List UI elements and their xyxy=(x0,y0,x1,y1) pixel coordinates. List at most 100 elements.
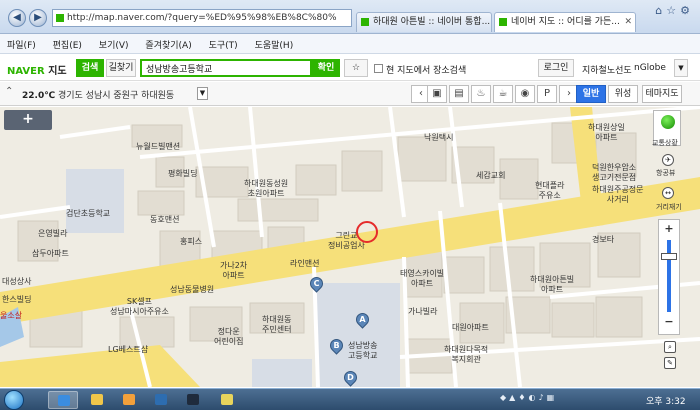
map-label[interactable]: 가나2차 아파트 xyxy=(220,261,247,281)
map-label[interactable]: 낙원택시 xyxy=(424,133,453,143)
cafe-icon[interactable]: ☕ xyxy=(493,85,513,103)
taskbar-app2[interactable] xyxy=(146,391,176,409)
map-label[interactable]: 하대원동성원 초원아파트 xyxy=(244,179,288,199)
star-icon[interactable]: ☆ xyxy=(666,4,680,17)
app-icon xyxy=(155,394,167,405)
wifi-icon[interactable]: ◉ xyxy=(515,85,535,103)
forward-button[interactable]: ▶ xyxy=(29,9,47,27)
subway-icon[interactable]: ▤ xyxy=(449,85,469,103)
nglobe-link[interactable]: nGlobe xyxy=(634,63,666,73)
map-label[interactable]: 하대원동 주민센터 xyxy=(262,315,291,335)
pencil-icon[interactable]: ✎ xyxy=(664,357,676,369)
system-tray[interactable]: ◆▲♦◐♪▦ xyxy=(500,393,557,402)
map-label[interactable]: LG베스트샵 xyxy=(108,345,148,355)
map-label[interactable]: 하대원상일 아파트 xyxy=(588,123,625,143)
taskbar-clock[interactable]: 오후 3:32 xyxy=(646,394,686,407)
tray-icon[interactable]: ▲ xyxy=(509,393,518,402)
tray-icon[interactable]: ◐ xyxy=(528,393,538,402)
expand-map-button[interactable]: + xyxy=(4,110,52,130)
favorite-star-button[interactable]: ☆ xyxy=(344,59,368,77)
restaurant-icon[interactable]: ♨ xyxy=(471,85,491,103)
subway-map-link[interactable]: 지하철노선도 xyxy=(582,63,632,76)
tray-icon[interactable]: ◆ xyxy=(500,393,509,402)
map-label[interactable]: 삼두아파트 xyxy=(32,249,69,259)
tab-naver-map[interactable]: 네이버 지도 :: 어디를 가든... ✕ xyxy=(494,12,636,32)
network-icon[interactable]: ▦ xyxy=(547,393,558,402)
zoom-slider-handle[interactable] xyxy=(661,253,677,260)
start-button[interactable] xyxy=(4,390,24,410)
directions-tab[interactable]: 길찾기 xyxy=(106,59,136,77)
map-label[interactable]: 평화빌딩 xyxy=(168,169,197,179)
map-label[interactable]: 세감교회 xyxy=(476,171,505,181)
zoom-out-button[interactable]: − xyxy=(662,316,676,329)
magnifier-icon[interactable]: ⌕ xyxy=(664,341,676,353)
search-tab[interactable]: 검색 xyxy=(76,59,104,77)
view-normal-button[interactable]: 일반 xyxy=(576,85,606,103)
taskbar-app3[interactable] xyxy=(178,391,208,409)
map-label[interactable]: 울소살 xyxy=(0,311,22,321)
taskbar-app4[interactable] xyxy=(212,391,242,409)
map-label[interactable]: 가나빌라 xyxy=(408,307,437,317)
menu-favorites[interactable]: 즐겨찾기(A) xyxy=(138,34,198,51)
menu-help[interactable]: 도움말(H) xyxy=(248,34,301,51)
menu-view[interactable]: 보기(V) xyxy=(92,34,136,51)
speaker-icon[interactable]: ♪ xyxy=(538,393,546,402)
map-label[interactable]: 검단초등학교 xyxy=(66,209,110,219)
naver-logo[interactable]: NAVER 지도 xyxy=(7,62,67,77)
marker-a[interactable]: A xyxy=(353,310,372,330)
map-label[interactable]: 동호맨션 xyxy=(150,215,179,225)
close-tab-icon[interactable]: ✕ xyxy=(624,13,632,31)
location-dropdown[interactable]: ▼ xyxy=(197,87,208,100)
map-label[interactable]: 홍피스 xyxy=(180,237,202,247)
tray-icon[interactable]: ♦ xyxy=(518,393,528,402)
map-label[interactable]: 성남동물병원 xyxy=(170,285,214,295)
view-satellite-button[interactable]: 위성 xyxy=(608,85,638,103)
marker-b[interactable]: B xyxy=(327,336,346,356)
map-label[interactable]: SK셀프 성남마시아주유소 xyxy=(110,297,169,317)
aerial-view-button[interactable]: ✈ xyxy=(662,154,674,166)
zoom-in-button[interactable]: + xyxy=(662,223,676,236)
map-label[interactable]: 덕원한우암소 생고기전문점 xyxy=(592,163,636,183)
back-button[interactable]: ◀ xyxy=(8,9,26,27)
login-button[interactable]: 로그인 xyxy=(538,59,574,77)
menu-file[interactable]: 파일(F) xyxy=(0,34,43,51)
tab-hadaewon-search[interactable]: 하대원 아튼빌 :: 네이버 통합... xyxy=(356,12,492,32)
map-label[interactable]: 성남방송 고등학교 xyxy=(348,341,377,361)
map-label[interactable]: 대원아파트 xyxy=(452,323,489,333)
map-label[interactable]: 하대원주공정문 사거리 xyxy=(592,185,644,205)
marker-d[interactable]: D xyxy=(341,368,360,387)
parking-icon[interactable]: P xyxy=(537,85,557,103)
collapse-icon[interactable]: ⌃ xyxy=(5,86,13,97)
home-icon[interactable]: ⌂ xyxy=(655,4,666,17)
map-label[interactable]: 한스빌딩 xyxy=(2,295,31,305)
view-theme-button[interactable]: 테마지도 xyxy=(642,85,682,103)
gear-icon[interactable]: ⚙ xyxy=(680,4,694,17)
taskbar-ie[interactable] xyxy=(48,391,78,409)
map-label[interactable]: 하대원아튼빌 아파트 xyxy=(530,275,574,295)
search-in-map-checkbox[interactable] xyxy=(374,64,383,73)
map-canvas[interactable]: + 낙원택시 하대원상일 아파트 뉴월드빌맨션 평화빌딩 하대원동성원 초원아파… xyxy=(0,107,700,387)
map-label[interactable]: 현대플라 주유소 xyxy=(535,181,564,201)
zoom-track[interactable] xyxy=(667,240,671,312)
app-icon xyxy=(221,394,233,405)
map-label[interactable]: 정다운 어린이집 xyxy=(214,327,243,347)
map-label[interactable]: 은영빌라 xyxy=(38,229,67,239)
marker-c[interactable]: C xyxy=(307,274,326,294)
menu-edit[interactable]: 편집(E) xyxy=(46,34,89,51)
map-label[interactable]: 태영스카이빌 아파트 xyxy=(400,269,444,289)
nglobe-dropdown[interactable]: ▼ xyxy=(674,59,688,77)
bus-icon[interactable]: ▣ xyxy=(427,85,447,103)
map-label[interactable]: 경보타 xyxy=(592,235,614,245)
weather-info: 22.0℃ 경기도 성남시 중원구 하대원동 xyxy=(22,88,174,101)
search-input[interactable] xyxy=(140,59,312,77)
map-label[interactable]: 하대원다목적 복지회관 xyxy=(444,345,488,365)
menu-tools[interactable]: 도구(T) xyxy=(202,34,245,51)
map-label[interactable]: 라인맨션 xyxy=(290,259,319,269)
address-bar[interactable]: http://map.naver.com/?query=%ED%95%98%EB… xyxy=(52,9,352,27)
ruler-button[interactable]: ↔ xyxy=(662,187,674,199)
map-label[interactable]: 대성상사 xyxy=(2,277,31,287)
taskbar-app1[interactable] xyxy=(114,391,144,409)
taskbar-folder[interactable] xyxy=(82,391,112,409)
map-label[interactable]: 뉴월드빌맨션 xyxy=(136,142,180,152)
confirm-button[interactable]: 확인 xyxy=(312,59,340,77)
